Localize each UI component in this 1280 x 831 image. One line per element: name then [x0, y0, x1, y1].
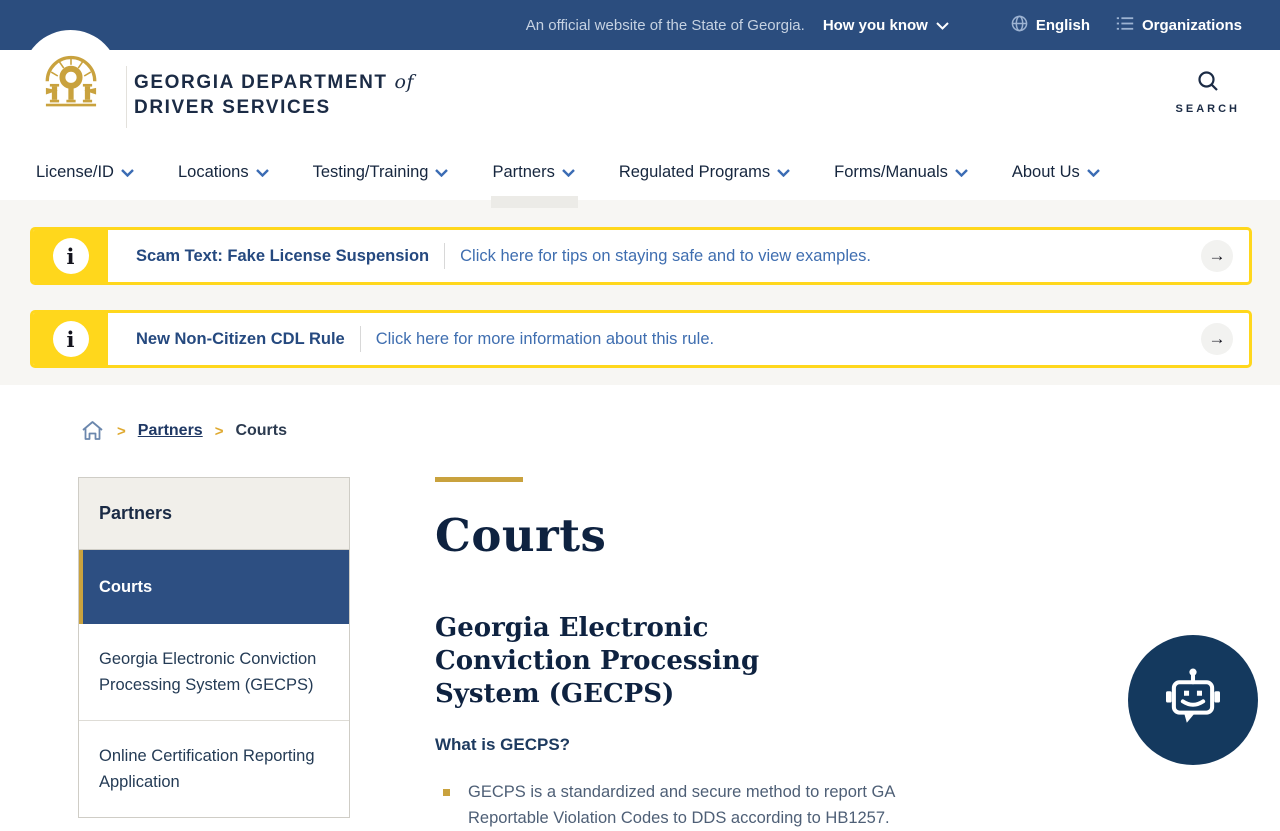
nav-label: Testing/Training — [312, 163, 429, 181]
nav-label: License/ID — [36, 163, 114, 181]
how-you-know-label: How you know — [822, 16, 928, 34]
government-banner: An official website of the State of Geor… — [0, 0, 1280, 50]
arrow-right-icon[interactable]: → — [1201, 240, 1233, 272]
active-tab-indicator — [491, 196, 578, 208]
breadcrumb-current-courts: Courts — [235, 422, 288, 439]
sidebar-item-courts[interactable]: Courts — [79, 550, 349, 624]
bullet-text: GECPS is a standardized and secure metho… — [468, 783, 895, 827]
site-header: GEORGIA DEPARTMENT of DRIVER SERVICES SE… — [0, 30, 1280, 145]
alert-divider — [444, 243, 446, 269]
chevron-down-icon — [936, 17, 949, 34]
alert-title: Scam Text: Fake License Suspension — [136, 246, 430, 265]
alert-banner-cdl-rule[interactable]: i New Non-Citizen CDL Rule Click here fo… — [30, 310, 1252, 368]
breadcrumb: > Partners > Courts — [80, 419, 1280, 443]
organizations-menu[interactable]: Organizations — [1116, 16, 1242, 35]
chatbot-button[interactable] — [1128, 635, 1258, 765]
nav-item-forms-manuals[interactable]: Forms/Manuals — [834, 145, 968, 200]
section-heading: Georgia Electronic Conviction Processing… — [435, 613, 760, 709]
nav-item-testing-training[interactable]: Testing/Training — [313, 145, 449, 200]
georgia-arch-icon — [38, 43, 104, 114]
nav-label: Regulated Programs — [618, 163, 771, 181]
nav-item-partners[interactable]: Partners — [491, 145, 578, 208]
alert-link-text[interactable]: Click here for tips on staying safe and … — [460, 247, 871, 266]
nav-item-locations[interactable]: Locations — [178, 145, 269, 200]
agency-name[interactable]: GEORGIA DEPARTMENT of DRIVER SERVICES — [134, 70, 414, 120]
robot-chat-icon — [1157, 662, 1229, 739]
info-icon: i — [52, 321, 89, 357]
page-title: Courts — [435, 509, 607, 562]
sidebar-item-gecps[interactable]: Georgia Electronic Conviction Processing… — [79, 624, 349, 721]
alert-banner-scam-text[interactable]: i Scam Text: Fake License Suspension Cli… — [30, 227, 1252, 285]
breadcrumb-separator: > — [214, 422, 224, 440]
search-label: SEARCH — [1175, 103, 1240, 115]
chevron-down-icon — [955, 163, 968, 182]
alert-divider — [359, 326, 361, 352]
gold-accent-bar — [435, 477, 523, 482]
language-selector[interactable]: English — [1011, 15, 1090, 36]
chevron-down-icon — [1086, 163, 1100, 182]
brand-divider — [126, 66, 127, 128]
list-icon — [1116, 16, 1134, 35]
chevron-down-icon — [561, 163, 575, 182]
brand-of: of — [394, 71, 415, 93]
alerts-section: i Scam Text: Fake License Suspension Cli… — [0, 200, 1280, 385]
chevron-down-icon — [121, 163, 134, 182]
chevron-down-icon — [435, 163, 449, 182]
brand-line2: DRIVER SERVICES — [134, 97, 331, 118]
section-sidebar: Partners Courts Georgia Electronic Convi… — [78, 477, 350, 818]
official-website-text: An official website of the State of Geor… — [525, 16, 805, 34]
sidebar-item-online-certification[interactable]: Online Certification Reporting Applicati… — [79, 721, 349, 817]
alert-accent-block: i — [33, 313, 108, 365]
search-button[interactable]: SEARCH — [1176, 69, 1240, 115]
question-heading: What is GECPS? — [435, 735, 571, 754]
arrow-right-icon[interactable]: → — [1201, 323, 1233, 355]
search-icon — [1196, 69, 1220, 98]
alert-title: New Non-Citizen CDL Rule — [136, 329, 345, 348]
list-item: GECPS is a standardized and secure metho… — [435, 779, 935, 831]
breadcrumb-separator: > — [117, 422, 126, 440]
breadcrumb-link-partners[interactable]: Partners — [138, 422, 203, 440]
globe-icon — [1011, 15, 1028, 36]
alert-accent-block: i — [33, 230, 108, 282]
agency-logo[interactable] — [22, 30, 119, 127]
nav-item-license-id[interactable]: License/ID — [36, 145, 134, 200]
chevron-down-icon — [255, 163, 269, 182]
info-icon: i — [52, 238, 89, 274]
nav-label: Locations — [177, 163, 249, 181]
gecps-bullet-list: GECPS is a standardized and secure metho… — [435, 779, 935, 831]
primary-navigation: License/ID Locations Testing/Training Pa… — [0, 145, 1280, 208]
nav-label: About Us — [1011, 163, 1080, 181]
nav-item-regulated-programs[interactable]: Regulated Programs — [618, 145, 791, 200]
nav-item-about-us[interactable]: About Us — [1012, 145, 1100, 200]
home-icon[interactable] — [80, 419, 105, 443]
chevron-down-icon — [777, 163, 791, 182]
how-you-know-toggle[interactable]: How you know — [823, 17, 949, 34]
main-content: Courts Georgia Electronic Conviction Pro… — [435, 477, 980, 831]
organizations-label: Organizations — [1141, 16, 1242, 34]
sidebar-title: Partners — [79, 478, 349, 550]
nav-label: Forms/Manuals — [834, 163, 948, 181]
language-label: English — [1035, 16, 1090, 34]
alert-link-text[interactable]: Click here for more information about th… — [376, 330, 714, 349]
nav-label: Partners — [492, 163, 555, 181]
square-bullet-icon — [443, 789, 450, 796]
brand-line1: GEORGIA DEPARTMENT — [134, 72, 388, 93]
